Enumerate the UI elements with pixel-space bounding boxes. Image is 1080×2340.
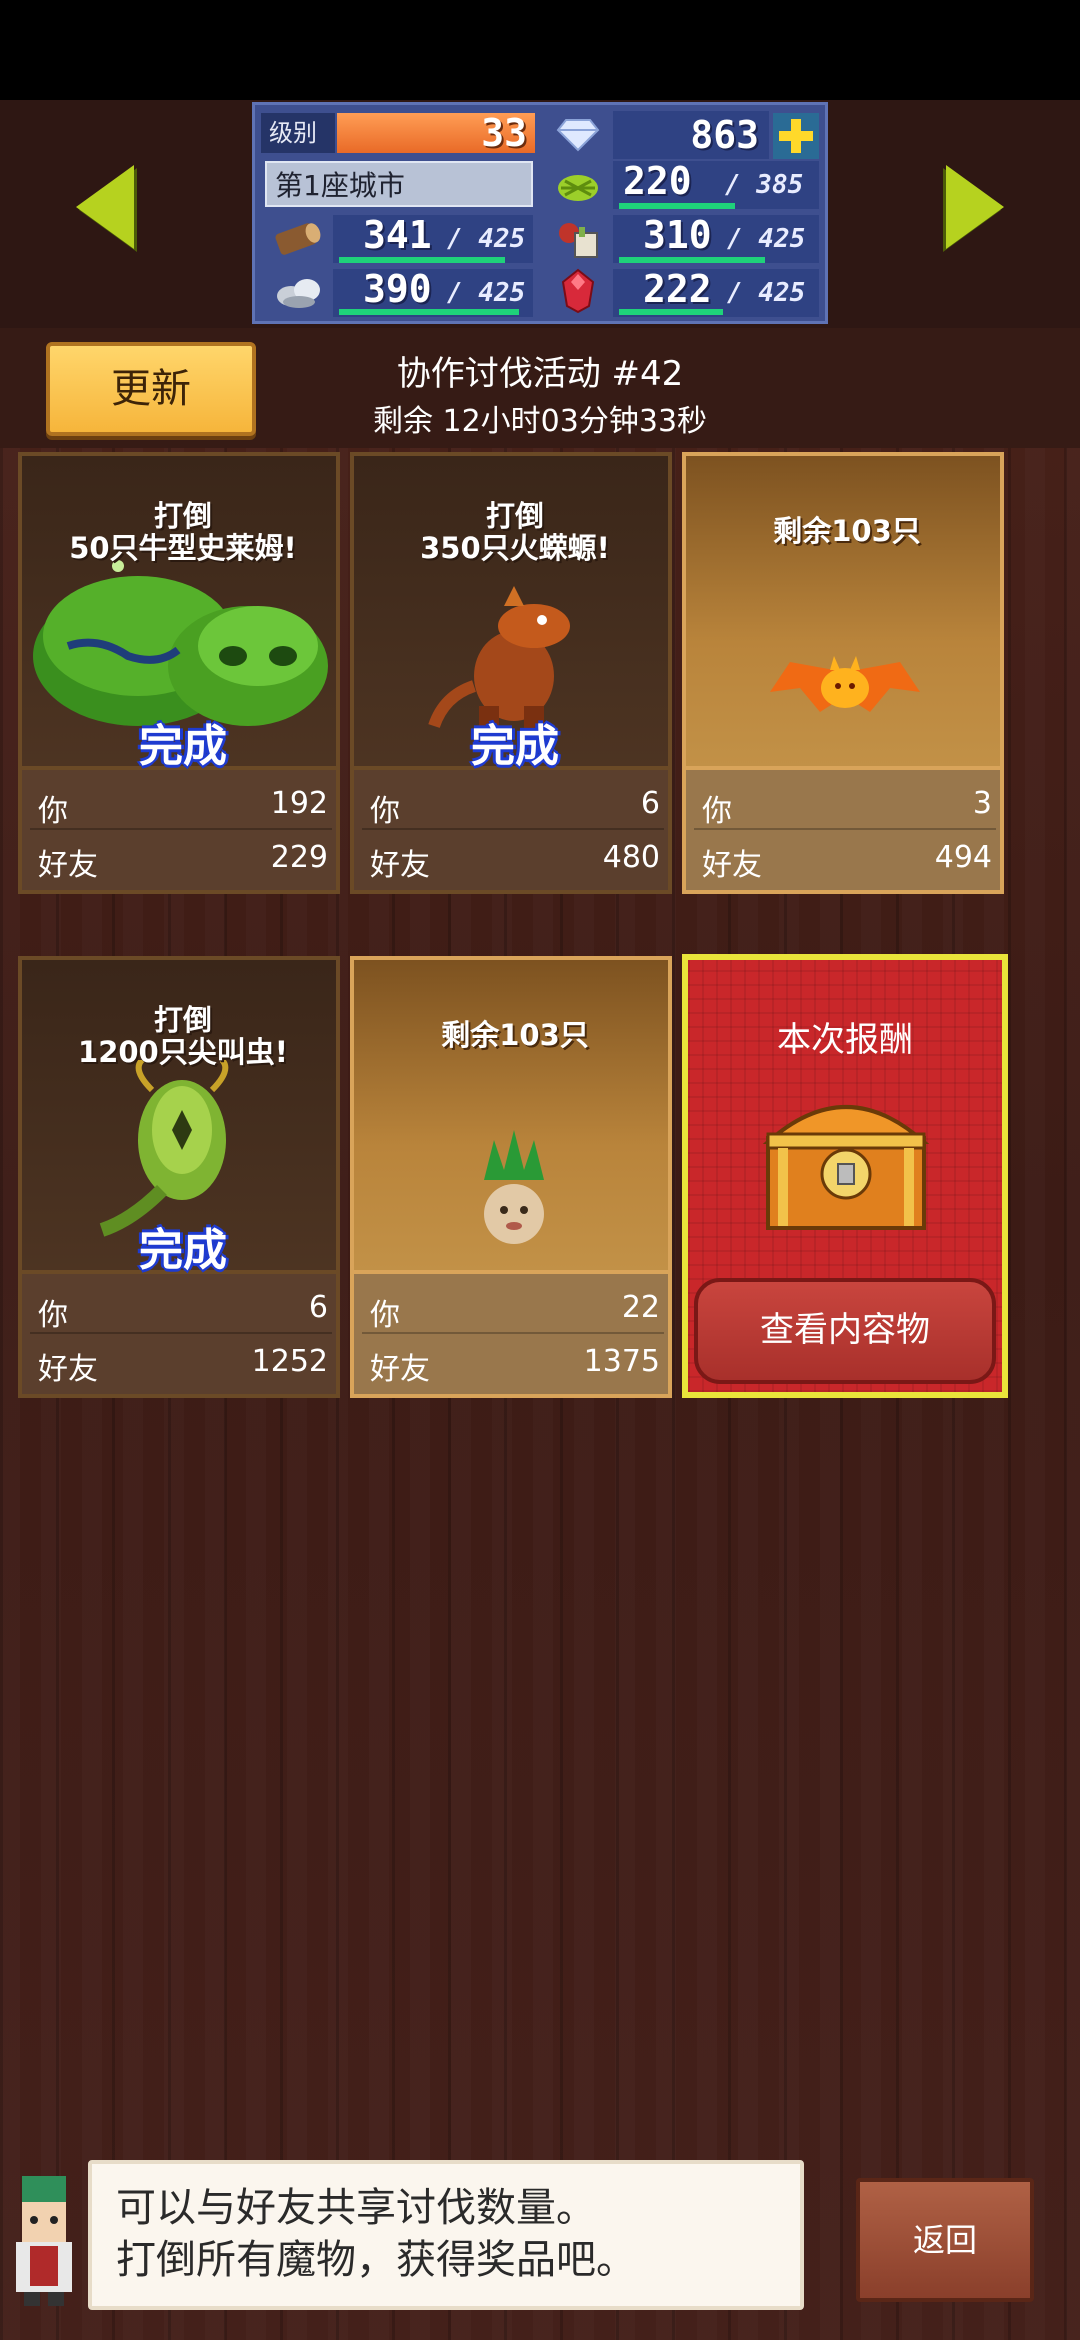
wood-progress: [339, 257, 505, 263]
title-line-1: 打倒: [485, 499, 544, 533]
add-gems-button[interactable]: [773, 113, 819, 159]
food-max: / 425: [727, 224, 806, 254]
friend-count: 1252: [251, 1344, 328, 1379]
card-image-area: 剩余103只: [350, 956, 672, 1274]
title-line-1: 打倒: [153, 1003, 212, 1037]
card-stats: 你 6 好友 1252: [18, 1274, 340, 1398]
card-image-area: 打倒 1200只尖叫虫! 完成: [18, 956, 340, 1276]
status-panel: 级别 33 863 第1座城市 220 / 385 341 / 425 310 …: [252, 102, 828, 324]
friend-count: 480: [602, 840, 660, 875]
card-image-area: 剩余103只: [682, 452, 1004, 770]
grass-progress: [619, 203, 735, 209]
card-image-area: 打倒 350只火蝾螈! 完成: [350, 452, 672, 772]
event-timer: 剩余 12小时03分钟33秒: [372, 404, 708, 439]
card-stats: 你 22 好友 1375: [350, 1274, 672, 1398]
you-label: 你: [702, 794, 732, 829]
divider: [30, 828, 332, 830]
title-line-2: 350只火蝾螈!: [420, 531, 610, 565]
wood-max: / 425: [447, 224, 526, 254]
friend-count: 1375: [583, 1344, 660, 1379]
you-count: 6: [308, 1290, 328, 1325]
red-gem-value: 222: [643, 267, 712, 311]
card-stats: 你 192 好友 229: [18, 770, 340, 894]
stone-icon: [265, 267, 331, 315]
red-gem-icon: [545, 267, 611, 315]
quest-title: 打倒 350只火蝾螈!: [354, 500, 676, 564]
complete-label: 完成: [471, 721, 559, 772]
red-gem-progress: [619, 309, 723, 315]
quest-card-salamander[interactable]: 打倒 350只火蝾螈! 完成 你 6 好友 480: [350, 452, 672, 894]
top-black-bar: [0, 0, 1080, 100]
diamond-icon: [545, 111, 611, 159]
food-progress: [619, 257, 765, 263]
you-count: 22: [621, 1290, 660, 1325]
you-label: 你: [370, 794, 400, 829]
stone-progress: [339, 309, 519, 315]
remaining-count: 剩余103只: [441, 1018, 589, 1052]
title-line-2: 50只牛型史莱姆!: [69, 531, 297, 565]
friend-label: 好友: [38, 1352, 98, 1387]
you-count: 6: [640, 786, 660, 821]
you-label: 你: [38, 1298, 68, 1333]
divider: [30, 1332, 332, 1334]
dialog-line-1: 可以与好友共享讨伐数量。: [116, 2185, 596, 2231]
reward-card: 本次报酬 查看内容物: [682, 954, 1008, 1398]
next-arrow-icon[interactable]: [946, 165, 1004, 249]
title-line-1: 打倒: [153, 499, 212, 533]
friend-label: 好友: [370, 848, 430, 883]
event-title: 协作讨伐活动 #42: [396, 354, 684, 394]
grass-icon: [545, 161, 611, 209]
divider: [694, 828, 996, 830]
level-value: 33: [481, 111, 527, 155]
grass-value: 220: [623, 159, 692, 203]
divider: [362, 828, 664, 830]
you-label: 你: [38, 794, 68, 829]
remaining-count: 剩余103只: [773, 514, 921, 548]
quest-card-pineapple[interactable]: 剩余103只 你 22 好友 1375: [350, 956, 672, 1398]
view-contents-button[interactable]: 查看内容物: [694, 1278, 996, 1384]
dialog-bubble: 可以与好友共享讨伐数量。 打倒所有魔物，获得奖品吧。: [88, 2160, 804, 2310]
fire-bat-monster-icon: [770, 656, 920, 712]
city-name: 第1座城市: [265, 161, 533, 207]
card-image-area: 打倒 50只牛型史莱姆! 完成: [18, 452, 340, 772]
title-line-2: 1200只尖叫虫!: [78, 1035, 288, 1069]
friend-count: 229: [270, 840, 328, 875]
screamer-monster-icon: [99, 1060, 229, 1237]
npc-avatar: [16, 2176, 72, 2306]
food-icon: [545, 215, 611, 263]
food-value: 310: [643, 213, 712, 257]
quest-card-bat[interactable]: 剩余103只 你 3 好友 494: [682, 452, 1004, 894]
grass-max: / 385: [725, 170, 804, 200]
wood-icon: [265, 215, 331, 263]
divider: [362, 1332, 664, 1334]
you-count: 192: [270, 786, 328, 821]
you-count: 3: [972, 786, 992, 821]
refresh-button[interactable]: 更新: [46, 342, 256, 436]
pineapple-monster-icon: [484, 1130, 544, 1244]
card-stats: 你 3 好友 494: [682, 770, 1004, 894]
you-label: 你: [370, 1298, 400, 1333]
quest-title: 打倒 1200只尖叫虫!: [22, 1004, 344, 1068]
quest-card-screamer[interactable]: 打倒 1200只尖叫虫! 完成 你 6 好友 1252: [18, 956, 340, 1398]
dialog-line-2: 打倒所有魔物，获得奖品吧。: [116, 2237, 636, 2283]
friend-label: 好友: [702, 848, 762, 883]
stone-value: 390: [363, 267, 432, 311]
treasure-chest-icon: [762, 1105, 930, 1230]
level-label: 级别: [261, 113, 335, 153]
gems-value: 863: [690, 113, 759, 157]
complete-label: 完成: [139, 721, 227, 772]
quest-card-slime[interactable]: 打倒 50只牛型史莱姆! 完成 你 192 好友 229: [18, 452, 340, 894]
friend-count: 494: [934, 840, 992, 875]
wood-value: 341: [363, 213, 432, 257]
complete-label: 完成: [139, 1225, 227, 1276]
red-gem-max: / 425: [727, 278, 806, 308]
card-stats: 你 6 好友 480: [350, 770, 672, 894]
back-button[interactable]: 返回: [856, 2178, 1034, 2302]
reward-title: 本次报酬: [777, 1020, 913, 1060]
prev-arrow-icon[interactable]: [76, 165, 134, 249]
friend-label: 好友: [370, 1352, 430, 1387]
friend-label: 好友: [38, 848, 98, 883]
quest-title: 打倒 50只牛型史莱姆!: [22, 500, 344, 564]
